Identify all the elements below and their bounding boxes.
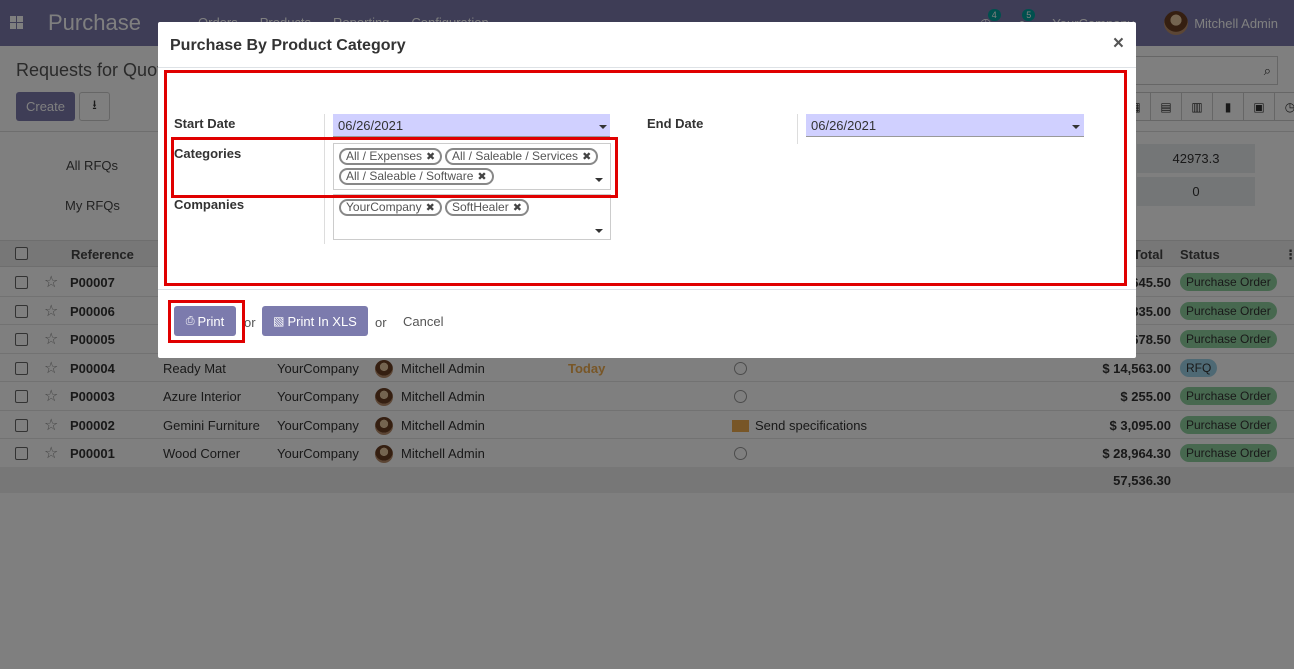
highlight-categories	[171, 137, 618, 198]
or-text: or	[244, 315, 256, 330]
excel-file-icon: ▧	[273, 314, 285, 328]
cancel-button[interactable]: Cancel	[403, 314, 443, 329]
print-xls-button-label: Print In XLS	[287, 313, 357, 329]
dialog-title: Purchase By Product Category	[170, 37, 406, 54]
dialog-header-divider	[158, 67, 1136, 68]
highlight-print-button	[168, 300, 245, 343]
print-xls-button[interactable]: ▧ Print In XLS	[262, 306, 368, 336]
close-icon[interactable]: ×	[1113, 33, 1124, 55]
or-text: or	[375, 315, 387, 330]
dialog-footer-divider	[158, 289, 1136, 290]
